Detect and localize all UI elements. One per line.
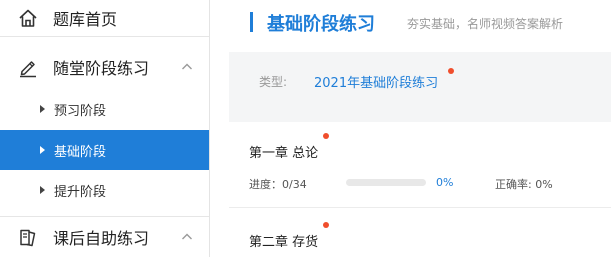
chapter-card[interactable]: 第一章 总论 进度：0/34 0% 正确率: 0%: [229, 122, 611, 208]
accuracy-label: 正确率: 0%: [495, 178, 553, 191]
caret-right-icon: [40, 146, 45, 154]
pencil-icon: [20, 60, 36, 77]
progress-label: 进度：0/34: [249, 178, 307, 191]
chevron-up-icon[interactable]: [180, 60, 194, 74]
caret-right-icon: [40, 186, 45, 194]
sidebar-item-preview-stage[interactable]: 预习阶段: [0, 89, 209, 129]
sidebar-group-self-practice[interactable]: 课后自助练习: [0, 216, 209, 257]
app-root: 题库首页 随堂阶段练习 预习阶段 基础阶段 提升阶段 课后自助练习 基础阶段练习…: [0, 0, 611, 257]
new-badge-dot: [323, 222, 329, 228]
sidebar-group-self-practice-label: 课后自助练习: [53, 229, 150, 248]
book-icon: [20, 229, 36, 247]
sidebar-item-basic-stage[interactable]: 基础阶段: [0, 130, 209, 170]
chapter-card[interactable]: 第二章 存货: [229, 209, 611, 257]
progress-bar: [346, 179, 426, 186]
sidebar-group-in-class-practice-label: 随堂阶段练习: [53, 58, 150, 78]
main-content: 基础阶段练习 夯实基础，名师视频答案解析 类型: 2021年基础阶段练习 第一章…: [229, 0, 611, 257]
chevron-up-icon[interactable]: [180, 230, 194, 244]
progress-percent: 0%: [436, 176, 454, 189]
new-badge-dot: [448, 68, 454, 74]
title-accent-bar: [250, 12, 253, 32]
sidebar-item-home-label: 题库首页: [53, 10, 118, 29]
section-divider: [229, 110, 611, 122]
chapter-title[interactable]: 第二章 存货: [249, 231, 318, 250]
type-option-2021-basic[interactable]: 2021年基础阶段练习: [314, 72, 438, 91]
sidebar-item-advanced-stage-label: 提升阶段: [54, 184, 107, 200]
chapter-title[interactable]: 第一章 总论: [249, 142, 318, 161]
sidebar-item-basic-stage-label: 基础阶段: [54, 144, 107, 160]
sidebar-item-advanced-stage[interactable]: 提升阶段: [0, 170, 209, 210]
caret-right-icon: [40, 105, 45, 113]
type-label: 类型:: [259, 75, 288, 89]
sidebar-group-in-class-practice[interactable]: 随堂阶段练习: [0, 46, 209, 87]
sidebar: 题库首页 随堂阶段练习 预习阶段 基础阶段 提升阶段 课后自助练习: [0, 0, 210, 257]
page-title: 基础阶段练习: [267, 14, 375, 35]
home-icon: [19, 9, 37, 27]
sidebar-item-preview-stage-label: 预习阶段: [54, 103, 107, 119]
type-filter-bar: 类型: 2021年基础阶段练习: [229, 52, 611, 110]
page-subtitle: 夯实基础，名师视频答案解析: [407, 17, 564, 31]
new-badge-dot: [323, 133, 329, 139]
sidebar-item-home[interactable]: 题库首页: [0, 0, 209, 37]
